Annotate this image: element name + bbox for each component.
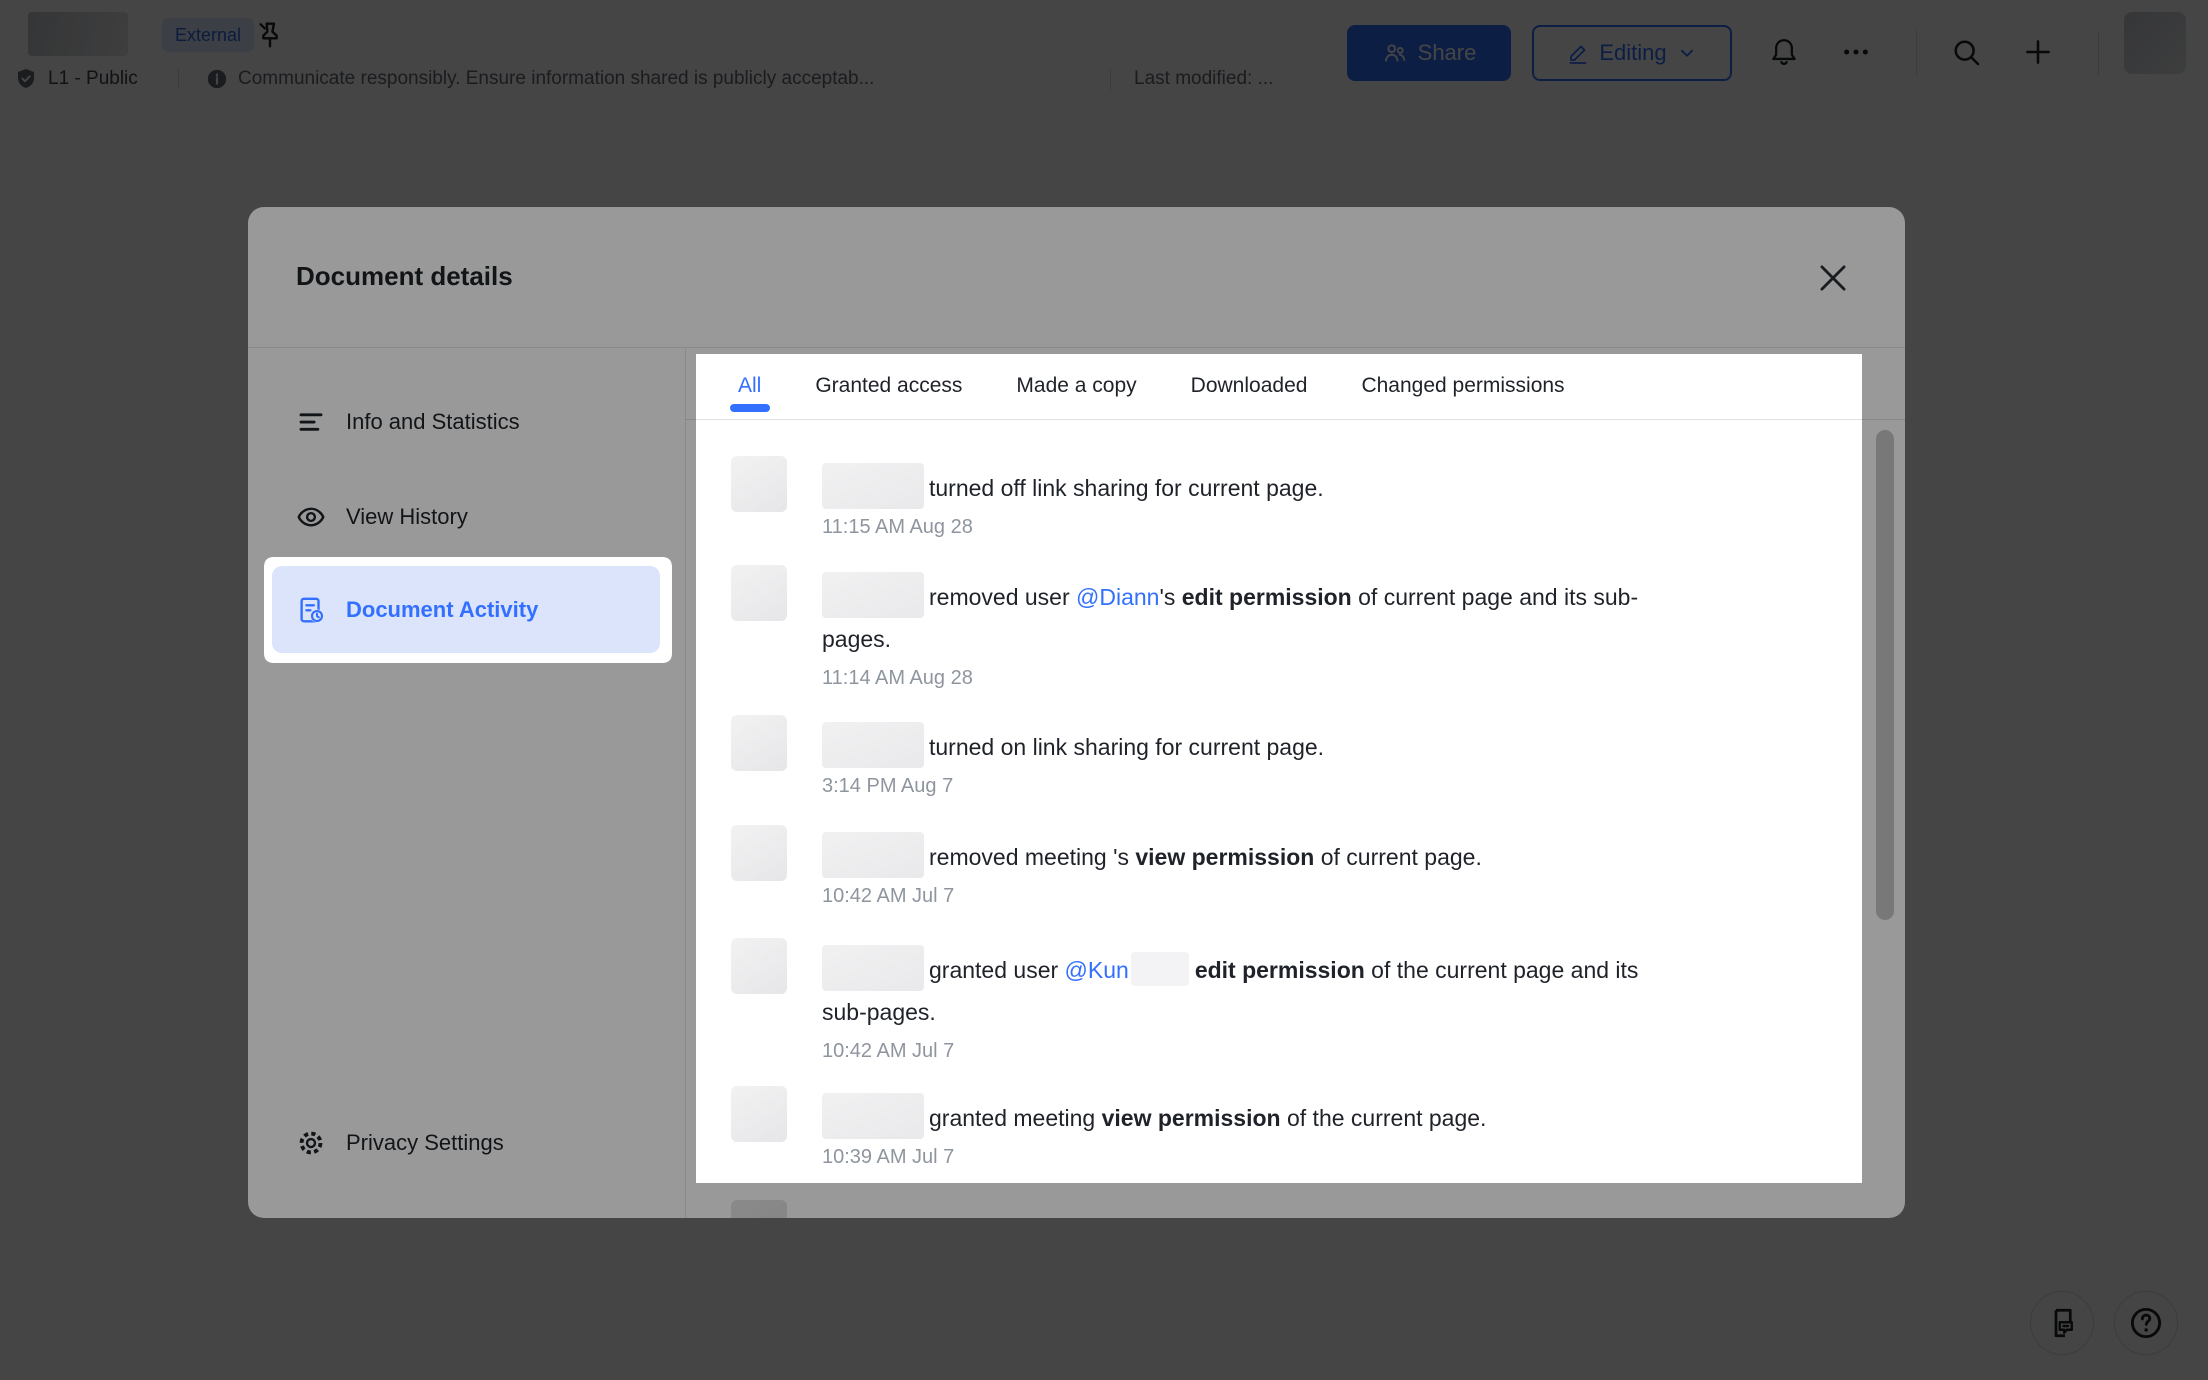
actor-name-placeholder	[822, 945, 924, 991]
actor-name-placeholder	[822, 722, 924, 768]
eye-icon	[296, 502, 326, 532]
tab-downloaded[interactable]: Downloaded	[1191, 353, 1308, 419]
message-text: granted meeting	[929, 1105, 1102, 1131]
redacted-name-placeholder	[1131, 952, 1189, 986]
sidebar-item-label: Info and Statistics	[346, 409, 520, 435]
tab-changed-permissions[interactable]: Changed permissions	[1361, 353, 1564, 419]
activity-timestamp: 3:14 PM Aug 7	[822, 772, 1324, 800]
activity-timestamp: 11:14 AM Aug 28	[822, 664, 1638, 692]
activity-filter-tabs: All Granted access Made a copy Downloaded Ch…	[685, 347, 1905, 420]
message-text: of the current page.	[1281, 1105, 1487, 1131]
sidebar-item-label: Privacy Settings	[346, 1130, 504, 1156]
sidebar-item-view-history[interactable]: View History	[272, 485, 660, 549]
message-text: 's	[1159, 584, 1181, 610]
document-details-modal: Document details Info and Statistics View…	[248, 207, 1905, 1218]
sidebar-item-label: Document Activity	[346, 597, 538, 623]
message-text: turned on link sharing for current page.	[929, 734, 1324, 760]
activity-timestamp: 11:15 AM Aug 28	[822, 513, 1324, 541]
activity-item	[731, 1200, 1830, 1218]
permission-emphasis: view permission	[1135, 844, 1314, 870]
avatar	[731, 1086, 787, 1142]
sidebar-item-privacy-settings[interactable]: Privacy Settings	[272, 1111, 660, 1175]
message-text: removed meeting 's	[929, 844, 1135, 870]
activity-item: granted meeting view permission of the c…	[731, 1086, 1830, 1171]
activity-item: removed meeting 's view permission of cu…	[731, 825, 1830, 910]
activity-item: removed user @Diann's edit permission of…	[731, 565, 1830, 692]
activity-item: turned on link sharing for current page.…	[731, 715, 1830, 800]
message-text: turned off link sharing for current page…	[929, 475, 1324, 501]
avatar	[731, 456, 787, 512]
avatar	[731, 825, 787, 881]
activity-timestamp: 10:42 AM Jul 7	[822, 882, 1482, 910]
list-icon	[296, 407, 326, 437]
activity-message: turned off link sharing for current page…	[822, 463, 1324, 509]
sidebar-item-document-activity[interactable]: Document Activity	[272, 566, 660, 653]
avatar	[731, 715, 787, 771]
permission-emphasis: edit permission	[1182, 584, 1352, 610]
tab-made-a-copy[interactable]: Made a copy	[1016, 353, 1136, 419]
scrollbar-thumb[interactable]	[1876, 430, 1894, 920]
user-mention-link[interactable]: @Diann	[1076, 584, 1159, 610]
avatar	[731, 565, 787, 621]
permission-emphasis: view permission	[1102, 1105, 1281, 1131]
message-text: granted user	[929, 957, 1065, 983]
activity-timestamp: 10:42 AM Jul 7	[822, 1037, 1638, 1065]
doc-activity-icon	[296, 595, 326, 625]
avatar	[731, 1200, 787, 1218]
user-mention-link[interactable]: @Kun	[1065, 957, 1129, 983]
actor-name-placeholder	[822, 832, 924, 878]
app-root: External L1 - Public Communicate respons…	[0, 0, 2208, 1380]
tab-all[interactable]: All	[738, 353, 761, 419]
actor-name-placeholder	[822, 1093, 924, 1139]
permission-emphasis: edit permission	[1195, 957, 1365, 983]
message-text: of current page and its sub-	[1352, 584, 1638, 610]
activity-message: turned on link sharing for current page.	[822, 722, 1324, 768]
actor-name-placeholder	[822, 463, 924, 509]
activity-message: granted meeting view permission of the c…	[822, 1093, 1486, 1139]
tab-granted-access[interactable]: Granted access	[815, 353, 962, 419]
message-text: of current page.	[1314, 844, 1482, 870]
activity-list: turned off link sharing for current page…	[685, 420, 1905, 1218]
close-button[interactable]	[1814, 259, 1852, 297]
avatar	[731, 938, 787, 994]
actor-name-placeholder	[822, 572, 924, 618]
modal-title: Document details	[296, 259, 513, 293]
message-text: removed user	[929, 584, 1076, 610]
activity-message: removed meeting 's view permission of cu…	[822, 832, 1482, 878]
close-icon	[1814, 259, 1852, 297]
gear-icon	[296, 1128, 326, 1158]
message-text: pages.	[822, 626, 891, 652]
modal-sidebar: Info and Statistics View History Document …	[248, 347, 685, 1218]
activity-message: granted user @Kun edit permission of the …	[822, 945, 1638, 1033]
sidebar-item-info-and-statistics[interactable]: Info and Statistics	[272, 390, 660, 454]
message-text: sub-pages.	[822, 999, 936, 1025]
activity-item: granted user @Kun edit permission of the …	[731, 938, 1830, 1065]
activity-message: removed user @Diann's edit permission of…	[822, 572, 1638, 660]
sidebar-item-label: View History	[346, 504, 468, 530]
activity-item: turned off link sharing for current page…	[731, 456, 1830, 541]
message-text: of the current page and its	[1365, 957, 1639, 983]
activity-timestamp: 10:39 AM Jul 7	[822, 1143, 1486, 1171]
